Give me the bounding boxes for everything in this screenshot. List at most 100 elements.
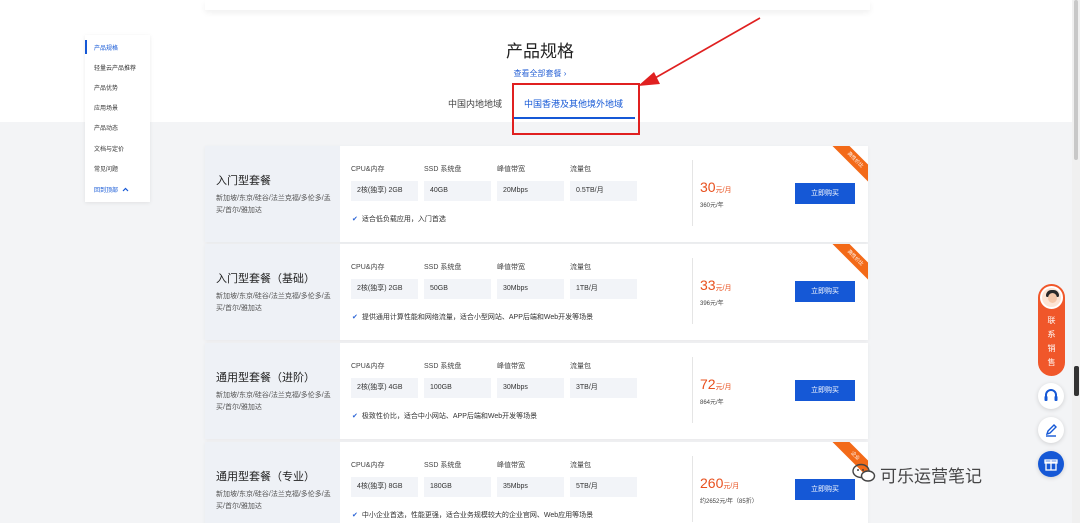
previous-section-bottom <box>205 0 870 10</box>
plan-description: ✔ 提供通用计算性能和网络流量，适合小型网站、APP后端和Web开发等场景 <box>352 312 593 322</box>
yearly-price: 约2652元/年（85折） <box>700 499 758 505</box>
spec-cpu-value: 2核(独享) 2GB <box>351 279 418 299</box>
nav-item-docs-pricing[interactable]: 文档与定价 <box>94 144 124 153</box>
plan-card: 入门型套餐 新加坡/东京/硅谷/法兰克福/多伦多/孟买/首尔/雅加达 CPU&内… <box>205 146 868 242</box>
price-value: 72 <box>700 376 716 392</box>
nav-item-faq[interactable]: 常见问题 <box>94 164 118 173</box>
page-scrollbar[interactable] <box>1072 0 1080 523</box>
plan-card: 通用型套餐（专业） 新加坡/东京/硅谷/法兰克福/多伦多/孟买/首尔/雅加达 C… <box>205 442 868 523</box>
card-divider <box>692 456 693 522</box>
watermark-text: 可乐运营笔记 <box>880 467 982 486</box>
plan-name: 入门型套餐（基础） <box>216 273 315 285</box>
headset-icon <box>1044 389 1058 401</box>
wechat-icon <box>852 463 876 482</box>
plan-description: ✔ 中小企业首选，性能更强，适合业务规模较大的企业官网、Web应用等场景 <box>352 510 593 520</box>
spec-label-traffic: 流量包 <box>570 363 591 370</box>
spec-bandwidth-value: 30Mbps <box>497 279 564 299</box>
contact-sales-button[interactable]: 联系销售 <box>1038 284 1065 376</box>
yearly-price: 864元/年 <box>700 400 724 406</box>
monthly-price: 30元/月 <box>700 179 732 195</box>
spec-label-bandwidth: 峰值带宽 <box>497 166 525 173</box>
check-icon: ✔ <box>352 413 358 420</box>
contact-sales-label: 联系销售 <box>1047 316 1056 367</box>
buy-now-button[interactable]: 立即购买 <box>795 183 855 204</box>
yearly-price: 396元/年 <box>700 301 724 307</box>
spec-label-cpu: CPU&内存 <box>351 363 385 370</box>
nav-item-recommend[interactable]: 轻量云产品推荐 <box>94 63 136 72</box>
tab-mainland-china[interactable]: 中国内地地域 <box>448 97 502 110</box>
price-value: 33 <box>700 277 716 293</box>
buy-now-button[interactable]: 立即购买 <box>795 380 855 401</box>
spec-disk-value: 180GB <box>424 477 491 497</box>
price-unit: 元/月 <box>715 187 732 194</box>
check-icon: ✔ <box>352 216 358 223</box>
scroll-handle[interactable] <box>1074 366 1079 396</box>
spec-label-disk: SSD 系统盘 <box>424 462 462 469</box>
yearly-price: 360元/年 <box>700 203 724 209</box>
back-to-top-button[interactable]: 回到顶部 <box>94 185 129 194</box>
gift-icon <box>1044 459 1058 471</box>
nav-item-scenarios[interactable]: 应用场景 <box>94 103 118 112</box>
buy-now-button[interactable]: 立即购买 <box>795 479 855 500</box>
plan-card: 通用型套餐（进阶） 新加坡/东京/硅谷/法兰克福/多伦多/孟买/首尔/雅加达 C… <box>205 343 868 439</box>
spec-bandwidth-value: 35Mbps <box>497 477 564 497</box>
spec-traffic-value: 1TB/月 <box>570 279 637 299</box>
plan-card-header: 通用型套餐（专业） 新加坡/东京/硅谷/法兰克福/多伦多/孟买/首尔/雅加达 <box>205 442 340 523</box>
price-value: 30 <box>700 179 716 195</box>
plan-description-text: 极致性价比，适合中小网站、APP后端和Web开发等场景 <box>361 413 538 420</box>
feedback-button[interactable] <box>1038 417 1064 443</box>
spec-label-disk: SSD 系统盘 <box>424 166 462 173</box>
spec-label-disk: SSD 系统盘 <box>424 363 462 370</box>
spec-traffic-value: 3TB/月 <box>570 378 637 398</box>
spec-label-cpu: CPU&内存 <box>351 462 385 469</box>
sales-avatar <box>1040 286 1063 309</box>
plan-name: 通用型套餐（进阶） <box>216 372 315 384</box>
plan-description-text: 提供通用计算性能和网络流量，适合小型网站、APP后端和Web开发等场景 <box>361 314 594 321</box>
card-divider <box>692 357 693 423</box>
spec-label-bandwidth: 峰值带宽 <box>497 264 525 271</box>
side-navigation: 产品规格 轻量云产品推荐 产品优势 应用场景 产品动态 文档与定价 常见问题 回… <box>85 35 150 202</box>
monthly-price: 260元/月 <box>700 475 739 491</box>
spec-traffic-value: 5TB/月 <box>570 477 637 497</box>
spec-label-disk: SSD 系统盘 <box>424 264 462 271</box>
plan-name: 通用型套餐（专业） <box>216 471 315 483</box>
spec-bandwidth-value: 30Mbps <box>497 378 564 398</box>
plan-description: ✔ 适合低负载应用，入门首选 <box>352 214 446 224</box>
monthly-price: 72元/月 <box>700 376 732 392</box>
customer-service-button[interactable] <box>1038 383 1064 409</box>
page-title: 产品规格 <box>506 42 574 61</box>
spec-label-bandwidth: 峰值带宽 <box>497 363 525 370</box>
spec-disk-value: 40GB <box>424 181 491 201</box>
nav-item-advantages[interactable]: 产品优势 <box>94 83 118 92</box>
active-nav-indicator <box>85 40 87 54</box>
spec-cpu-value: 2核(独享) 4GB <box>351 378 418 398</box>
plan-regions: 新加坡/东京/硅谷/法兰克福/多伦多/孟买/首尔/雅加达 <box>216 491 331 510</box>
scrollbar-thumb[interactable] <box>1074 0 1078 160</box>
plan-card-header: 通用型套餐（进阶） 新加坡/东京/硅谷/法兰克福/多伦多/孟买/首尔/雅加达 <box>205 343 340 439</box>
price-unit: 元/月 <box>715 384 732 391</box>
spec-label-traffic: 流量包 <box>570 166 591 173</box>
back-to-top-label: 回到顶部 <box>94 188 119 194</box>
spec-label-traffic: 流量包 <box>570 462 591 469</box>
spec-disk-value: 100GB <box>424 378 491 398</box>
card-divider <box>692 258 693 324</box>
buy-now-button[interactable]: 立即购买 <box>795 281 855 302</box>
price-unit: 元/月 <box>715 285 732 292</box>
plan-regions: 新加坡/东京/硅谷/法兰克福/多伦多/孟买/首尔/雅加达 <box>216 195 331 214</box>
gift-button[interactable] <box>1038 451 1064 477</box>
view-all-plans-link[interactable]: 查看全部套餐 › <box>0 68 1080 79</box>
pencil-icon <box>1045 424 1057 437</box>
spec-bandwidth-value: 20Mbps <box>497 181 564 201</box>
plan-description-text: 中小企业首选，性能更强，适合业务规模较大的企业官网、Web应用等场景 <box>361 512 594 519</box>
plan-regions: 新加坡/东京/硅谷/法兰克福/多伦多/孟买/首尔/雅加达 <box>216 293 331 312</box>
nav-item-updates[interactable]: 产品动态 <box>94 123 118 132</box>
spec-cpu-value: 4核(独享) 8GB <box>351 477 418 497</box>
spec-disk-value: 50GB <box>424 279 491 299</box>
plan-card: 入门型套餐（基础） 新加坡/东京/硅谷/法兰克福/多伦多/孟买/首尔/雅加达 C… <box>205 244 868 340</box>
spec-label-traffic: 流量包 <box>570 264 591 271</box>
spec-label-cpu: CPU&内存 <box>351 264 385 271</box>
spec-label-bandwidth: 峰值带宽 <box>497 462 525 469</box>
spec-traffic-value: 0.5TB/月 <box>570 181 637 201</box>
nav-item-specs[interactable]: 产品规格 <box>94 43 118 52</box>
plan-regions: 新加坡/东京/硅谷/法兰克福/多伦多/孟买/首尔/雅加达 <box>216 392 331 411</box>
